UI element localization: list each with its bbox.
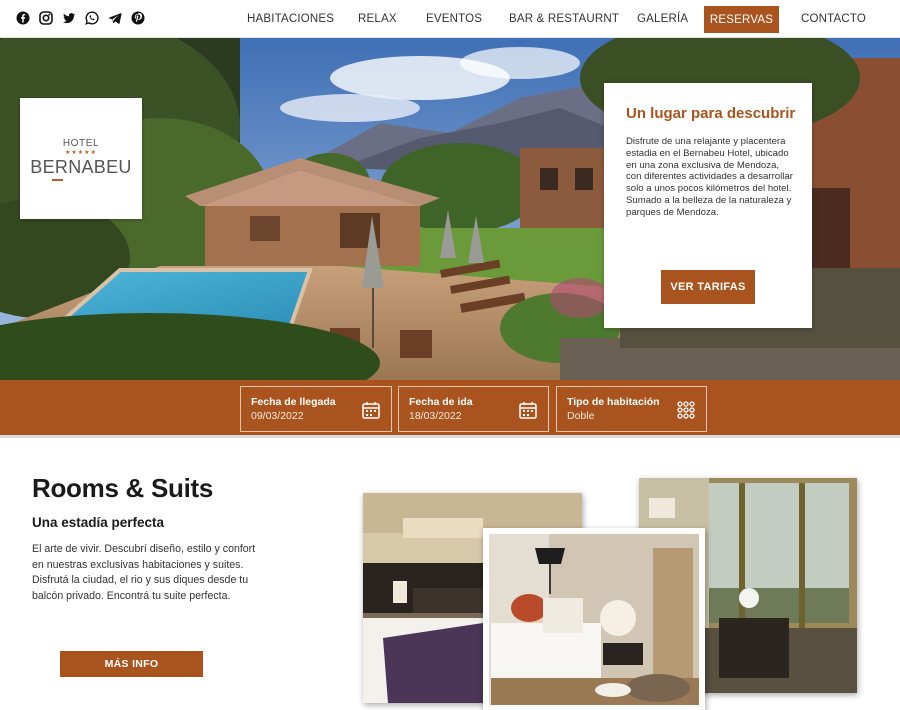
hero-card-text: Disfrute de una relajante y placentera e… [626, 136, 793, 218]
top-bar: HABITACIONES RELAX EVENTOS BAR & RESTAUR… [0, 0, 900, 38]
arrival-date-field[interactable]: Fecha de llegada 09/03/2022 [240, 386, 392, 432]
room-photo-modern [483, 528, 705, 710]
logo-hotel-text: HOTEL [62, 138, 100, 149]
room-type-label: Tipo de habitación [567, 396, 660, 408]
facebook-icon[interactable] [16, 11, 30, 25]
logo-stars: ★★★★★ [65, 150, 97, 156]
room-type-field[interactable]: Tipo de habitación Doble [556, 386, 707, 432]
calendar-icon [519, 402, 537, 419]
arrival-date-value: 09/03/2022 [251, 410, 304, 422]
social-links [16, 11, 145, 25]
logo-name-text: BERNABEU [30, 157, 132, 177]
logo-accent-bar [52, 179, 63, 181]
rooms-description: El arte de vivir. Descubrí diseño, estil… [32, 543, 256, 602]
grid-dots-icon [677, 401, 695, 419]
arrival-date-label: Fecha de llegada [251, 396, 336, 408]
nav-bar-restaurant[interactable]: BAR & RESTAURNT [509, 13, 619, 25]
hero-info-card: Un lugar para descubrir Disfrute de una … [604, 83, 812, 328]
rooms-title: Rooms & Suits [32, 473, 214, 503]
nav-reservas-button[interactable]: RESERVAS [704, 6, 779, 33]
whatsapp-icon[interactable] [85, 11, 99, 25]
mas-info-button[interactable]: MÁS INFO [60, 651, 203, 677]
departure-date-field[interactable]: Fecha de ida 18/03/2022 [398, 386, 549, 432]
calendar-icon [362, 402, 380, 419]
hotel-logo[interactable]: HOTEL ★★★★★ BERNABEU [20, 98, 142, 219]
nav-contacto[interactable]: CONTACTO [801, 13, 866, 25]
ver-tarifas-button[interactable]: VER TARIFAS [661, 270, 755, 304]
nav-relax[interactable]: RELAX [358, 13, 397, 25]
twitter-icon[interactable] [62, 11, 76, 25]
booking-bar: Fecha de llegada 09/03/2022 Fecha de ida… [0, 380, 900, 438]
nav-eventos[interactable]: EVENTOS [426, 13, 482, 25]
departure-date-label: Fecha de ida [409, 396, 473, 408]
departure-date-value: 18/03/2022 [409, 410, 462, 422]
nav-habitaciones[interactable]: HABITACIONES [247, 13, 334, 25]
pinterest-icon[interactable] [131, 11, 145, 25]
room-type-value: Doble [567, 410, 595, 422]
rooms-subtitle: Una estadía perfecta [32, 515, 165, 530]
telegram-icon[interactable] [108, 11, 122, 25]
instagram-icon[interactable] [39, 11, 53, 25]
nav-galeria[interactable]: GALERÍA [637, 13, 688, 25]
hero-card-title: Un lugar para descubrir [626, 105, 796, 122]
